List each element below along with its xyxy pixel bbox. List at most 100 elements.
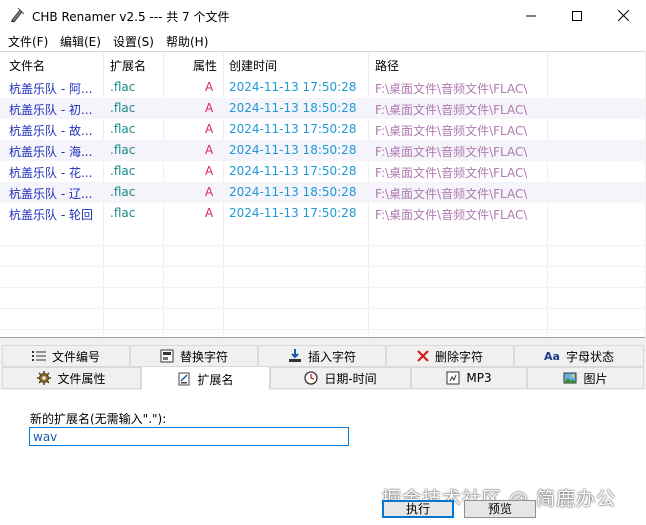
delete-x-icon (417, 350, 429, 362)
table-row[interactable]: 杭盖乐队 - 海... .flac A 2024-11-13 18:50:28 … (0, 140, 645, 161)
close-button[interactable] (600, 0, 646, 31)
tab-delete-chars[interactable]: 删除字符 (386, 345, 514, 367)
cell-created: 2024-11-13 17:50:28 (229, 206, 357, 220)
gear-icon (37, 371, 52, 385)
minimize-icon (526, 15, 536, 16)
cell-attribute: A (205, 206, 214, 220)
cell-path: F:\桌面文件\音频文件\FLAC\ (375, 82, 528, 96)
grid-line (0, 266, 645, 267)
cell-extension: .flac (110, 206, 136, 220)
grid-line (0, 308, 645, 309)
cell-filename: 杭盖乐队 - 阿... (9, 82, 93, 96)
menu-settings[interactable]: 设置(S) (113, 33, 154, 50)
menu-edit[interactable]: 编辑(E) (60, 33, 101, 50)
tab-label: 删除字符 (434, 349, 483, 364)
table-row[interactable]: 杭盖乐队 - 辽... .flac A 2024-11-13 18:50:28 … (0, 182, 645, 203)
menu-bar: 文件(F) 编辑(E) 设置(S) 帮助(H) (0, 31, 646, 51)
table-row[interactable]: 杭盖乐队 - 花... .flac A 2024-11-13 17:50:28 … (0, 161, 645, 182)
tab-extension[interactable]: 扩展名 (141, 366, 270, 391)
table-row[interactable]: 杭盖乐队 - 初... .flac A 2024-11-13 18:50:28 … (0, 98, 645, 119)
tab-label: 图片 (583, 371, 608, 386)
new-extension-label: 新的扩展名(无需输入"."): (30, 412, 167, 426)
table-row[interactable]: 杭盖乐队 - 故... .flac A 2024-11-13 17:50:28 … (0, 119, 645, 140)
tab-label: 字母状态 (565, 349, 614, 364)
cell-attribute: A (205, 164, 214, 178)
extension-icon (178, 372, 190, 386)
cell-filename: 杭盖乐队 - 海... (9, 145, 93, 159)
cell-extension: .flac (110, 143, 136, 157)
tab-label: MP3 (466, 371, 492, 385)
music-icon (446, 371, 460, 385)
case-icon: Aa (544, 349, 560, 363)
cell-filename: 杭盖乐队 - 故... (9, 124, 93, 138)
cell-filename: 杭盖乐队 - 花... (9, 166, 93, 180)
table-row[interactable]: 杭盖乐队 - 阿... .flac A 2024-11-13 17:50:28 … (0, 77, 645, 98)
cell-created: 2024-11-13 18:50:28 (229, 185, 357, 199)
cell-created: 2024-11-13 17:50:28 (229, 164, 357, 178)
maximize-button[interactable] (554, 0, 600, 31)
cell-extension: .flac (110, 101, 136, 115)
cell-extension: .flac (110, 164, 136, 178)
cell-path: F:\桌面文件\音频文件\FLAC\ (375, 103, 528, 117)
insert-icon (288, 349, 301, 362)
menu-help[interactable]: 帮助(H) (166, 33, 208, 50)
grid-line (0, 329, 645, 330)
tab-label: 插入字符 (307, 349, 356, 364)
cell-created: 2024-11-13 18:50:28 (229, 101, 357, 115)
tab-replace-chars[interactable]: 替换字符 (130, 345, 258, 367)
cell-path: F:\桌面文件\音频文件\FLAC\ (375, 166, 528, 180)
clock-icon (304, 371, 318, 385)
column-header-created[interactable]: 创建时间 (229, 57, 277, 74)
column-header-extension[interactable]: 扩展名 (110, 57, 146, 74)
tab-label: 替换字符 (179, 349, 228, 364)
grid-line (0, 245, 645, 246)
grid-line (0, 287, 645, 288)
tab-picture[interactable]: 图片 (527, 367, 644, 389)
close-icon (617, 10, 629, 21)
tab-insert-chars[interactable]: 插入字符 (258, 345, 386, 367)
cell-attribute: A (205, 143, 214, 157)
cell-path: F:\桌面文件\音频文件\FLAC\ (375, 187, 528, 201)
cell-created: 2024-11-13 18:50:28 (229, 143, 357, 157)
cell-path: F:\桌面文件\音频文件\FLAC\ (375, 145, 528, 159)
cell-extension: .flac (110, 185, 136, 199)
replace-icon (160, 349, 174, 363)
tab-letter-case[interactable]: Aa 字母状态 (514, 345, 644, 367)
column-header-attribute[interactable]: 属性 (193, 57, 217, 74)
tab-file-number[interactable]: 文件编号 (2, 345, 130, 367)
column-header-filename[interactable]: 文件名 (9, 57, 45, 74)
minimize-button[interactable] (508, 0, 554, 31)
cell-path: F:\桌面文件\音频文件\FLAC\ (375, 208, 528, 222)
cell-extension: .flac (110, 122, 136, 136)
tab-label: 文件编号 (51, 349, 100, 364)
cell-created: 2024-11-13 17:50:28 (229, 80, 357, 94)
tab-date-time[interactable]: 日期-时间 (270, 367, 411, 389)
column-header-path[interactable]: 路径 (375, 57, 399, 74)
cell-filename: 杭盖乐队 - 轮回 (9, 208, 93, 222)
cell-attribute: A (205, 80, 214, 94)
preview-button[interactable]: 预览 (464, 500, 536, 518)
cell-attribute: A (205, 101, 214, 115)
cell-attribute: A (205, 122, 214, 136)
title-bar: CHB Renamer v2.5 --- 共 7 个文件 (0, 0, 646, 31)
menu-file[interactable]: 文件(F) (8, 33, 48, 50)
file-list[interactable]: 文件名 扩展名 属性 创建时间 路径 杭盖乐队 - 阿... .flac A 2… (0, 51, 645, 338)
cell-filename: 杭盖乐队 - 辽... (9, 187, 93, 201)
new-extension-input[interactable] (29, 427, 349, 446)
cell-extension: .flac (110, 80, 136, 94)
tab-label: 日期-时间 (324, 371, 377, 386)
tab-mp3[interactable]: MP3 (411, 367, 527, 389)
cell-path: F:\桌面文件\音频文件\FLAC\ (375, 124, 528, 138)
cell-created: 2024-11-13 17:50:28 (229, 122, 357, 136)
maximize-icon (572, 10, 582, 21)
tab-file-attributes[interactable]: 文件属性 (2, 367, 141, 389)
cell-filename: 杭盖乐队 - 初... (9, 103, 93, 117)
picture-icon (563, 372, 577, 384)
window-title: CHB Renamer v2.5 --- 共 7 个文件 (32, 10, 230, 24)
tab-label: 文件属性 (57, 371, 106, 386)
tab-label: 扩展名 (197, 372, 234, 387)
list-number-icon (31, 351, 46, 361)
execute-button[interactable]: 执行 (382, 500, 454, 518)
table-row[interactable]: 杭盖乐队 - 轮回 .flac A 2024-11-13 17:50:28 F:… (0, 203, 645, 224)
app-icon (11, 7, 25, 23)
